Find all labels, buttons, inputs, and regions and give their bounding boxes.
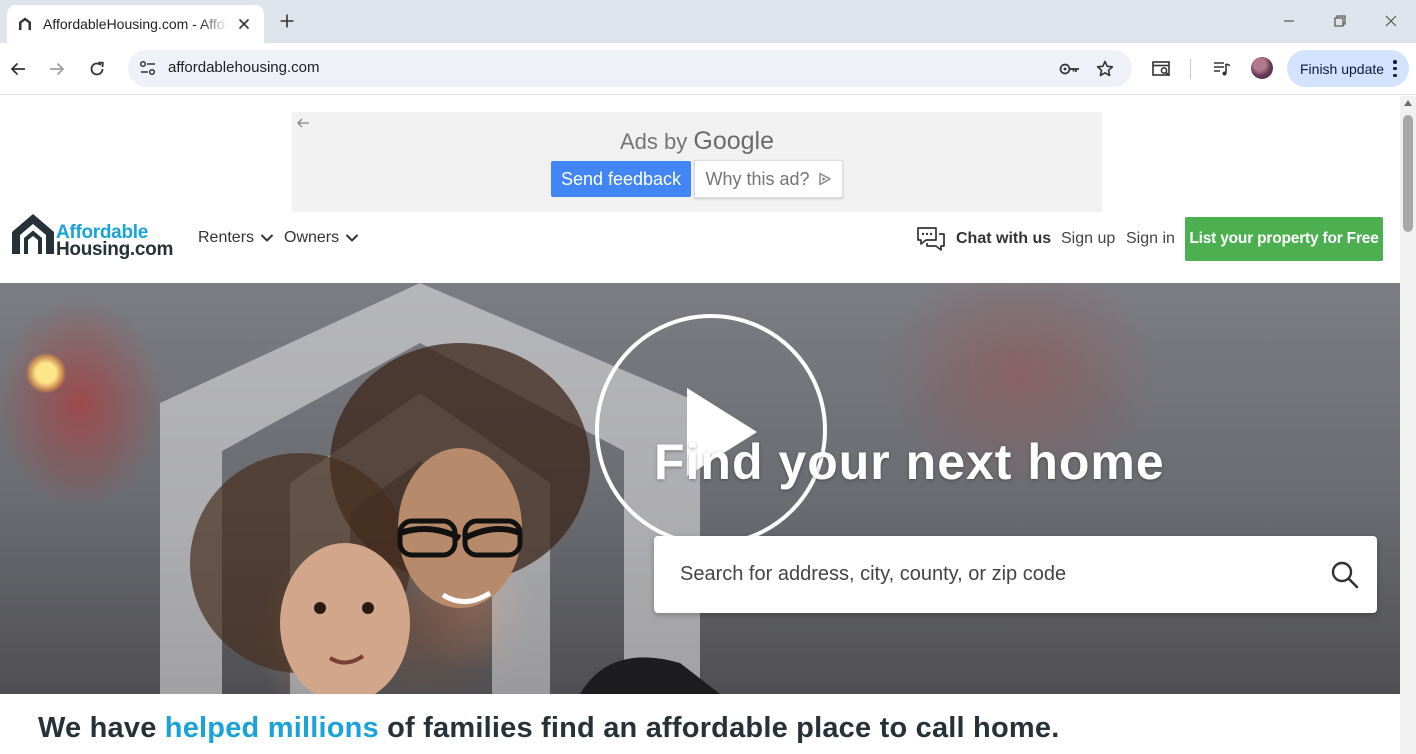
logo-text-housing: Housing.com [56,239,174,260]
hero-headline: Find your next home [654,434,1165,490]
page-scrollbar[interactable] [1400,96,1416,754]
finish-update-label: Finish update [1300,60,1385,77]
tab-title: AffordableHousing.com - Affordable Housi… [43,16,228,32]
tagline-prefix: We have [38,712,165,744]
chevron-down-icon [260,234,274,242]
traffic-light-glow [26,353,66,393]
browser-tab[interactable]: AffordableHousing.com - Affordable Housi… [7,5,264,43]
nav-renters-label: Renters [198,229,255,246]
sign-in-link[interactable]: Sign in [1126,230,1175,248]
scrollbar-thumb[interactable] [1403,115,1413,232]
sign-up-link[interactable]: Sign up [1061,230,1115,248]
restore-icon[interactable] [1328,10,1352,32]
tagline-suffix: of families find an affordable place to … [378,712,1060,744]
close-window-icon[interactable] [1379,10,1403,32]
ad-choices-icon [818,172,831,186]
chat-with-us-label: Chat with us [956,230,1052,247]
reload-icon[interactable] [83,55,111,83]
chevron-down-icon [345,234,359,242]
forward-icon[interactable] [43,55,71,83]
logo-house-icon [12,214,54,254]
hero-banner: Find your next home [0,283,1400,694]
search-icon[interactable] [1330,560,1360,590]
ads-by-google-label: Ads by Google [292,127,1102,156]
tab-search-icon[interactable] [1148,55,1176,83]
tagline-highlight: helped millions [164,712,379,744]
tab-strip: AffordableHousing.com - Affordable Housi… [0,0,1416,43]
finish-update-button[interactable]: Finish update [1287,50,1409,87]
more-menu-icon[interactable] [1393,60,1397,77]
page-content: Ads by Google Send feedback Why this ad?… [0,96,1400,754]
new-tab-icon[interactable] [276,10,298,32]
chat-with-us-link[interactable]: Chat with us [916,226,1051,252]
why-this-ad-button[interactable]: Why this ad? [694,160,843,198]
nav-owners-label: Owners [284,229,340,246]
chat-bubbles-icon [917,227,945,251]
browser-toolbar: affordablehousing.com Finish update [0,43,1416,95]
profile-avatar[interactable] [1251,57,1273,79]
why-this-ad-label: Why this ad? [705,168,810,189]
nav-owners[interactable]: Owners [284,229,359,247]
tab-close-icon[interactable] [234,14,254,34]
search-input[interactable] [680,554,1320,594]
send-feedback-button[interactable]: Send feedback [551,161,691,197]
list-property-button[interactable]: List your property for Free [1185,217,1383,261]
url-text[interactable]: affordablehousing.com [168,59,320,76]
ads-by-text: Ads by [619,129,688,154]
bookmark-star-icon[interactable] [1093,57,1117,81]
media-control-icon[interactable] [1208,55,1236,83]
search-box [654,536,1377,613]
site-logo[interactable]: Affordable Housing.com [10,212,180,260]
password-key-icon[interactable] [1058,58,1082,80]
scroll-up-arrow-icon[interactable] [1404,100,1412,106]
site-info-icon[interactable] [136,56,160,80]
minimize-icon[interactable] [1277,10,1301,32]
google-ad-panel: Ads by Google Send feedback Why this ad? [292,112,1102,212]
toolbar-separator [1190,59,1191,79]
site-favicon-icon [19,17,31,30]
google-wordmark: Google [693,127,774,155]
play-video-button[interactable] [595,314,827,546]
back-icon[interactable] [4,55,32,83]
tagline-heading: We have helped millions of families find… [38,712,1059,745]
address-bar[interactable]: affordablehousing.com [128,50,1132,87]
nav-renters[interactable]: Renters [198,229,274,247]
